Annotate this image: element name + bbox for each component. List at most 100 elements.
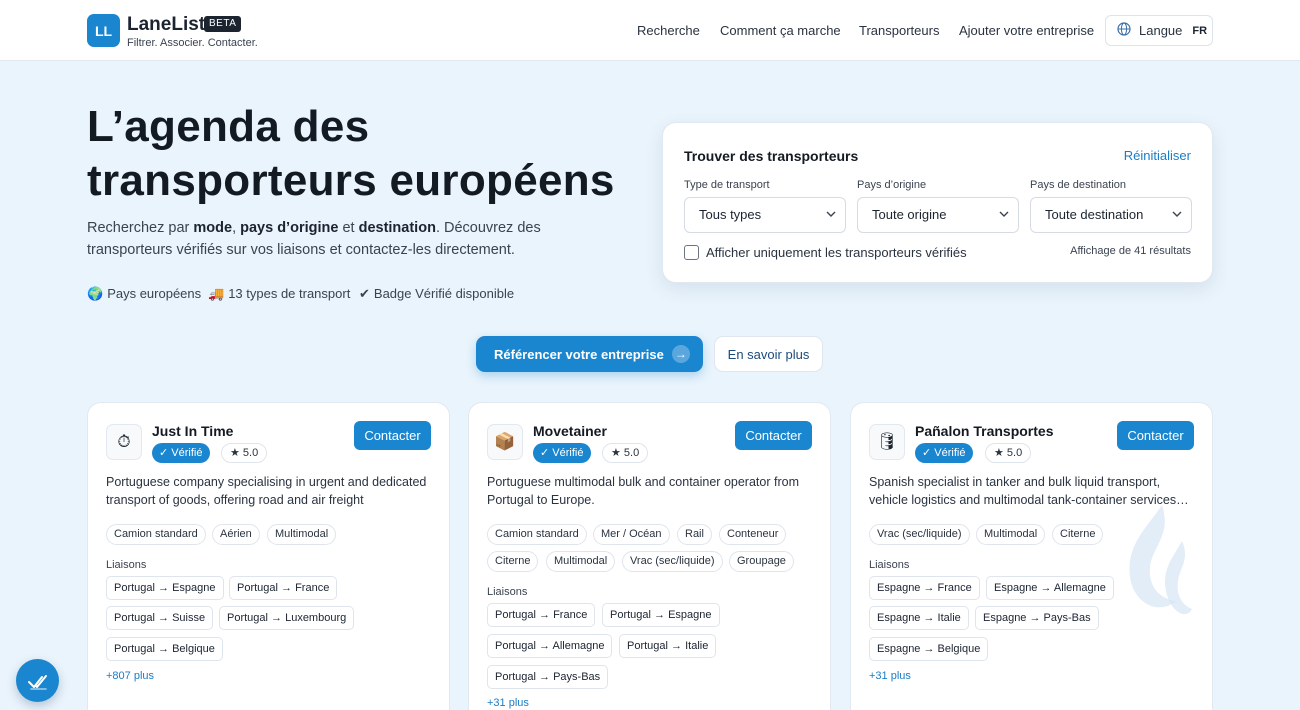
arrow-right-icon: → [671, 345, 690, 363]
origin-country-select[interactable]: Toute origine [857, 197, 1019, 233]
route-chip[interactable]: Espagne → Pays-Bas [975, 606, 1099, 630]
route-chip[interactable]: Espagne → Allemagne [986, 576, 1114, 600]
mode-chip: Multimodal [546, 551, 616, 572]
hero-title: L’agenda des transporteurs européens [87, 100, 647, 208]
route-chip[interactable]: Portugal → Suisse [106, 606, 214, 630]
rating-badge: ★ 5.0 [602, 443, 649, 463]
mode-chip: Multimodal [976, 524, 1046, 545]
route-chip[interactable]: Portugal → Belgique [106, 637, 223, 661]
chevron-down-icon [999, 198, 1009, 246]
liaisons-label: Liaisons [106, 559, 147, 571]
filter-label-origin: Pays d’origine [857, 179, 927, 191]
filter-label-destination: Pays de destination [1030, 179, 1127, 191]
carrier-description: Spanish specialist in tanker and bulk li… [869, 475, 1189, 507]
carrier-name[interactable]: Just In Time [152, 423, 233, 439]
hero-title-line-2: transporteurs européens [87, 156, 615, 205]
route-chip[interactable]: Portugal → Allemagne [487, 634, 613, 658]
brand-tagline: Filtrer. Associer. Contacter. [127, 37, 258, 49]
verified-only-label[interactable]: Afficher uniquement les transporteurs vé… [706, 245, 967, 260]
route-chip[interactable]: Espagne → Italie [869, 606, 969, 630]
contact-button[interactable]: Contacter [1117, 421, 1194, 450]
filter-label-type: Type de transport [684, 179, 770, 191]
route-chip[interactable]: Portugal → Espagne [106, 576, 224, 600]
language-button[interactable]: Langue FR [1105, 15, 1213, 46]
check-icon: ✓ [159, 447, 172, 459]
chevron-down-icon [1172, 198, 1182, 246]
feature-countries: 🌍 Pays européens [87, 286, 202, 301]
route-chip[interactable]: Portugal → Espagne [602, 603, 720, 627]
carrier-description: Portuguese company specialising in urgen… [106, 475, 427, 507]
mode-chip: Multimodal [267, 524, 337, 545]
contact-button[interactable]: Contacter [735, 421, 812, 450]
language-code: FR [1192, 24, 1208, 37]
logo-mark[interactable]: LL [87, 14, 120, 47]
carrier-description: Portuguese multimodal bulk and container… [487, 475, 799, 507]
mode-chip: Aérien [212, 524, 260, 545]
contact-button[interactable]: Contacter [354, 421, 431, 450]
carrier-name[interactable]: Movetainer [533, 423, 607, 439]
route-chip[interactable]: Espagne → Belgique [869, 637, 989, 661]
globe-europe-icon: 🌍 [87, 286, 104, 301]
verified-only-checkbox[interactable] [684, 245, 699, 260]
feature-verified-badge: ✔ Badge Vérifié disponible [359, 286, 515, 301]
carrier-card: 🛢 Pañalon Transportes ✓ Vérifié ★ 5.0 Co… [850, 402, 1213, 710]
stopwatch-icon: ⏱ [106, 424, 142, 460]
chevron-down-icon [826, 198, 836, 246]
check-icon: ✓ [922, 447, 935, 459]
more-routes-link[interactable]: +31 plus [487, 697, 529, 709]
top-header: LL LaneList BETA Filtrer. Associer. Cont… [0, 0, 1300, 61]
mode-chip: Mer / Océan [593, 524, 670, 545]
reset-link[interactable]: Réinitialiser [1124, 148, 1191, 163]
liaisons-label: Liaisons [869, 559, 910, 571]
mode-chip: Conteneur [719, 524, 787, 545]
route-chip[interactable]: Portugal → France [487, 603, 596, 627]
mode-chip: Camion standard [106, 524, 206, 545]
verified-badge: ✓ Vérifié [152, 443, 211, 463]
destination-country-select[interactable]: Toute destination [1030, 197, 1192, 233]
search-panel-title: Trouver des transporteurs [684, 148, 859, 164]
carrier-name[interactable]: Pañalon Transportes [915, 423, 1053, 439]
floating-action-button[interactable] [16, 659, 59, 702]
carrier-card: ⏱ Just In Time ✓ Vérifié ★ 5.0 Contacter… [87, 402, 450, 710]
globe-icon [1117, 22, 1131, 39]
nav-link-transporteurs[interactable]: Transporteurs [859, 23, 939, 38]
route-chip[interactable]: Espagne → France [869, 576, 980, 600]
mode-chip: Citerne [1052, 524, 1104, 545]
beta-badge: BETA [204, 16, 242, 32]
verified-badge: ✓ Vérifié [915, 443, 974, 463]
liaisons-label: Liaisons [487, 586, 528, 598]
mode-chip: Vrac (sec/liquide) [622, 551, 723, 572]
nav-link-ajouter-entreprise[interactable]: Ajouter votre entreprise [959, 23, 1094, 38]
check-icon: ✔ [359, 286, 370, 301]
rating-badge: ★ 5.0 [985, 443, 1032, 463]
truck-icon: 🚚 [208, 286, 225, 301]
route-chip[interactable]: Portugal → Italie [619, 634, 717, 658]
mode-chip: Groupage [729, 551, 794, 572]
hero-title-line-1: L’agenda des [87, 102, 370, 151]
language-label: Langue [1139, 23, 1183, 38]
mode-chip: Camion standard [487, 524, 587, 545]
hero-description: Recherchez par mode, pays d’origine et d… [87, 220, 541, 258]
double-check-icon [27, 674, 47, 690]
route-chip[interactable]: Portugal → Pays-Bas [487, 665, 609, 689]
feature-transport-types: 🚚 13 types de transport [208, 286, 351, 301]
more-routes-link[interactable]: +807 plus [106, 670, 154, 682]
search-panel: Trouver des transporteurs Réinitialiser … [662, 122, 1213, 283]
transport-type-select[interactable]: Tous types [684, 197, 846, 233]
brand-name[interactable]: LaneList [127, 14, 205, 36]
nav-link-comment-ca-marche[interactable]: Comment ça marche [720, 23, 841, 38]
more-routes-link[interactable]: +31 plus [869, 670, 911, 682]
verified-badge: ✓ Vérifié [533, 443, 592, 463]
rating-badge: ★ 5.0 [221, 443, 268, 463]
learn-more-button[interactable]: En savoir plus [714, 336, 823, 372]
nav-link-recherche[interactable]: Recherche [637, 23, 700, 38]
package-icon: 📦 [487, 424, 523, 460]
results-count: Affichage de 41 résultats [1070, 245, 1191, 257]
mode-chip: Vrac (sec/liquide) [869, 524, 970, 545]
route-chip[interactable]: Portugal → France [229, 576, 338, 600]
list-company-button[interactable]: Référencer votre entreprise → [476, 336, 703, 372]
barrel-icon: 🛢 [869, 424, 905, 460]
mode-chip: Citerne [487, 551, 539, 572]
route-chip[interactable]: Portugal → Luxembourg [219, 606, 355, 630]
mode-chip: Rail [677, 524, 712, 545]
